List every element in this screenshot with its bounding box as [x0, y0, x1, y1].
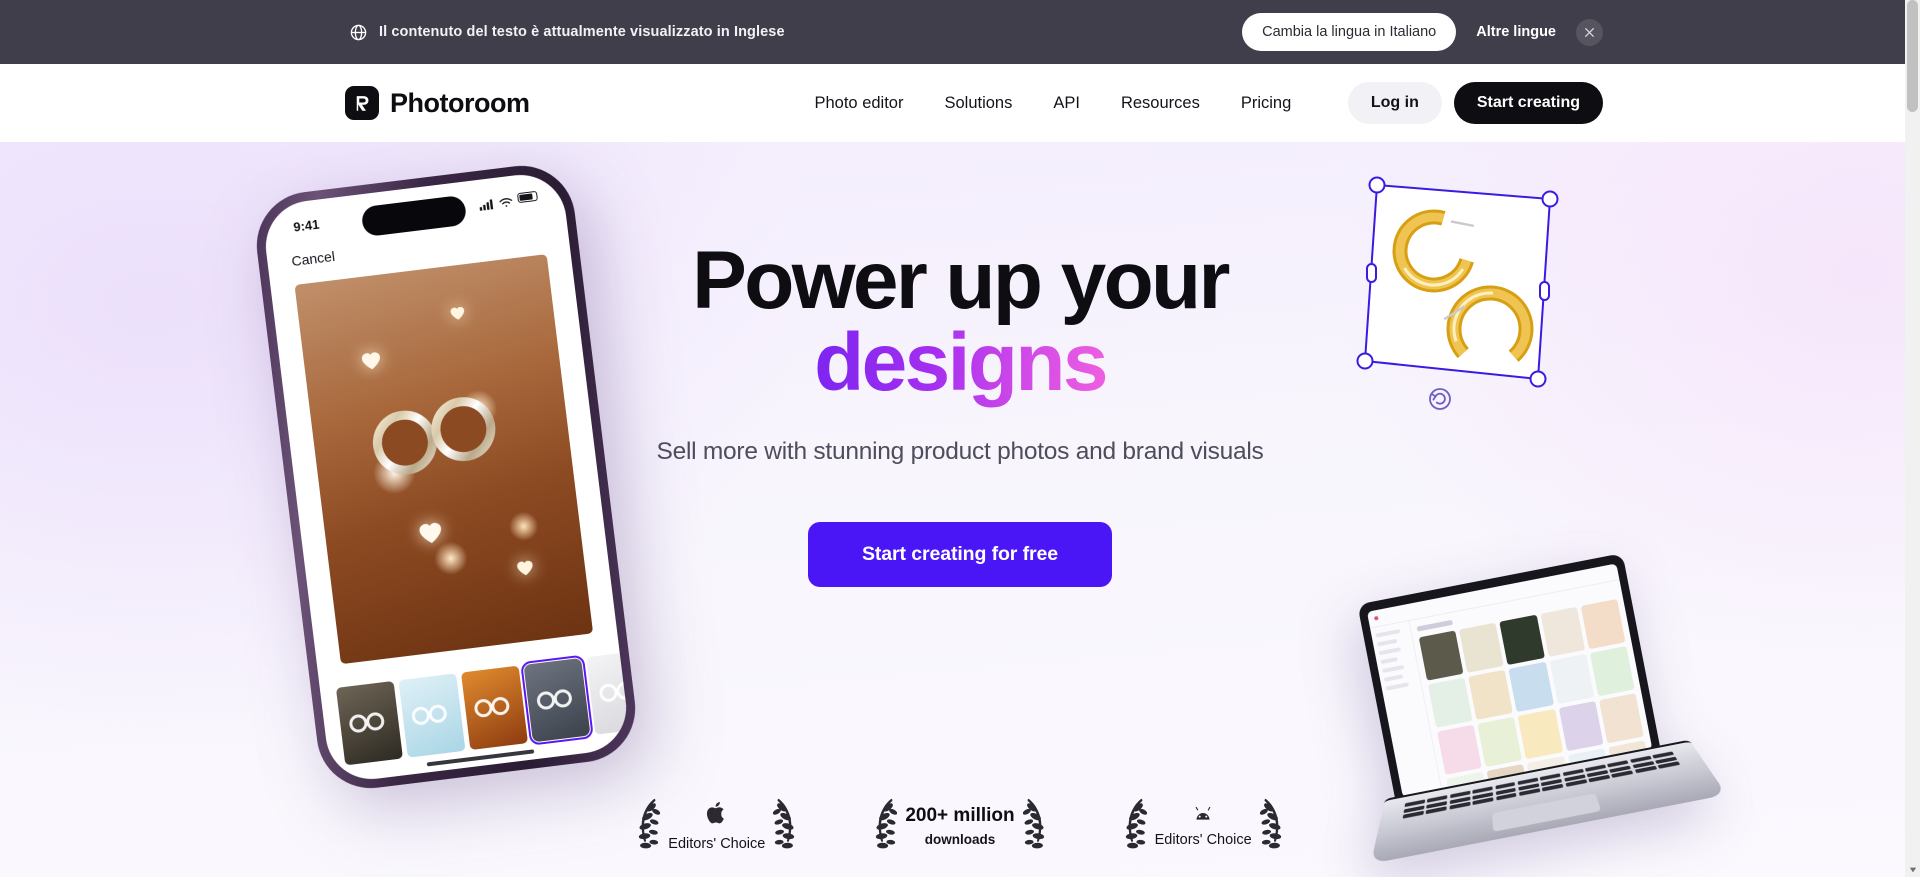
more-languages-link[interactable]: Altre lingue	[1476, 24, 1556, 40]
globe-icon	[349, 23, 368, 42]
hero-copy: Power up your designs Sell more with stu…	[0, 240, 1920, 587]
switch-language-button[interactable]: Cambia la lingua in Italiano	[1242, 13, 1457, 51]
language-notice-banner: Il contenuto del testo è attualmente vis…	[0, 0, 1920, 64]
badge-android-content: Editors' Choice	[1152, 804, 1255, 848]
page-scrollbar[interactable]	[1905, 0, 1920, 877]
laurel-right-icon	[1259, 795, 1286, 857]
photoroom-landing-page: Il contenuto del testo è attualmente vis…	[0, 0, 1920, 877]
list-item[interactable]	[335, 680, 403, 766]
handle-top-left	[1368, 176, 1386, 194]
language-banner-message: Il contenuto del testo è attualmente vis…	[379, 24, 785, 40]
nav-item-pricing[interactable]: Pricing	[1241, 94, 1291, 113]
list-item[interactable]	[460, 665, 529, 751]
badge-download-label: downloads	[924, 832, 996, 847]
badge-apple-editors-choice: Editors' Choice	[634, 795, 799, 857]
scroll-down-arrow-icon[interactable]	[1905, 862, 1920, 877]
start-creating-button[interactable]: Start creating	[1453, 82, 1603, 124]
awards-badges: Editors' Choice 200+ million downloads E…	[0, 795, 1920, 857]
list-item[interactable]	[586, 650, 632, 735]
apple-logo-icon	[706, 800, 728, 831]
phone-status-time: 9:41	[292, 216, 321, 235]
phone-notch	[360, 194, 468, 238]
signal-bars-icon	[478, 196, 494, 211]
wifi-icon	[498, 194, 513, 207]
laurel-left-icon	[871, 795, 898, 857]
nav-item-photo-editor[interactable]: Photo editor	[814, 94, 903, 113]
background-thumbnail-filmstrip	[320, 650, 632, 770]
scrollbar-thumb[interactable]	[1907, 0, 1918, 112]
laurel-left-icon	[1121, 795, 1147, 857]
brand-name: Photoroom	[390, 87, 530, 118]
start-creating-for-free-button[interactable]: Start creating for free	[807, 522, 1112, 587]
nav-item-solutions[interactable]: Solutions	[944, 94, 1012, 113]
laurel-right-icon	[773, 795, 799, 857]
site-header: Photoroom Photo editor Solutions API Res…	[0, 64, 1920, 142]
hero-section: 9:41 Cancel Power up your designs Sell m…	[0, 142, 1920, 877]
list-item[interactable]	[398, 673, 466, 758]
nav-item-api[interactable]: API	[1053, 94, 1080, 113]
laurel-right-icon	[1022, 795, 1049, 857]
phone-status-icons	[478, 190, 539, 211]
laurel-left-icon	[634, 795, 661, 857]
log-in-button[interactable]: Log in	[1347, 82, 1442, 124]
android-logo-icon	[1190, 804, 1216, 827]
badge-downloads: 200+ million downloads	[871, 795, 1048, 857]
hero-subheading: Sell more with stunning product photos a…	[656, 438, 1264, 465]
brand-logo[interactable]: Photoroom	[345, 86, 530, 120]
badge-download-count: 200+ million	[905, 805, 1015, 826]
laptop-app-title	[1416, 619, 1453, 632]
language-banner-actions: Cambia la lingua in Italiano Altre lingu…	[1242, 13, 1603, 51]
app-accent-dot	[1373, 615, 1379, 621]
page-title: Power up your designs	[692, 240, 1230, 404]
headline-line-1: Power up your	[692, 235, 1230, 326]
badge-downloads-content: 200+ million downloads	[902, 805, 1017, 847]
nav-item-resources[interactable]: Resources	[1121, 94, 1200, 113]
close-icon[interactable]	[1576, 18, 1603, 46]
main-navigation: Photo editor Solutions API Resources Pri…	[814, 94, 1291, 113]
language-banner-message-group: Il contenuto del testo è attualmente vis…	[349, 23, 785, 42]
header-actions: Log in Start creating	[1347, 82, 1603, 124]
headline-line-2: designs	[814, 317, 1108, 408]
list-item-selected[interactable]	[520, 654, 595, 746]
badge-label: Editors' Choice	[668, 836, 766, 852]
badge-android-editors-choice: Editors' Choice	[1121, 795, 1286, 857]
badge-label: Editors' Choice	[1154, 832, 1252, 848]
photoroom-logo-icon	[345, 86, 379, 120]
badge-apple-content: Editors' Choice	[665, 800, 768, 852]
battery-icon	[516, 190, 539, 204]
handle-top-right	[1541, 190, 1559, 208]
